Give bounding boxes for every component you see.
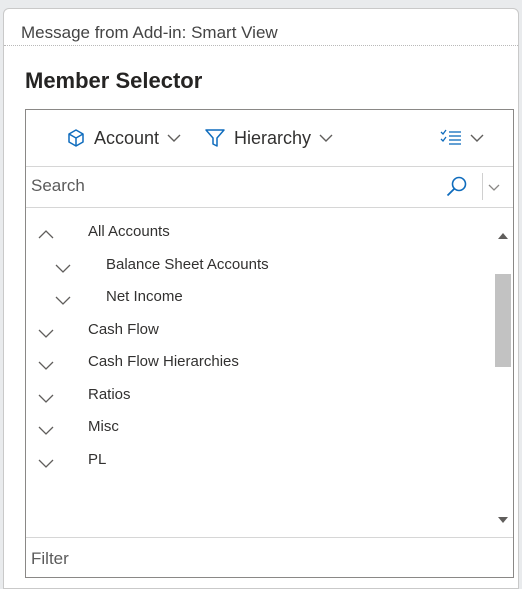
filter-bar: [26, 538, 513, 577]
tree-item-misc[interactable]: Misc: [26, 412, 492, 444]
chevron-down-icon[interactable]: [55, 292, 71, 310]
chevron-down-icon[interactable]: [38, 422, 54, 440]
dimension-dropdown[interactable]: Account: [66, 124, 181, 152]
dialog-titlebar: Message from Add-in: Smart View: [4, 9, 518, 46]
tree-item-label: PL: [88, 451, 107, 468]
chevron-down-icon: [319, 133, 333, 143]
chevron-down-icon[interactable]: [55, 260, 71, 278]
member-selector-panel: Account Hierarchy Search All Accounts Ba…: [25, 109, 514, 578]
filter-icon: [204, 127, 226, 149]
tree-scrollbar[interactable]: [493, 207, 513, 537]
search-icon[interactable]: [445, 175, 469, 204]
dimension-label: Account: [94, 127, 160, 148]
tree-item-cash-flow-hierarchies[interactable]: Cash Flow Hierarchies: [26, 347, 492, 379]
page-title: Member Selector: [25, 68, 203, 93]
options-dropdown[interactable]: [440, 124, 484, 152]
tree-item-label: Cash Flow: [88, 321, 159, 338]
tree-item-label: Balance Sheet Accounts: [106, 256, 269, 273]
hierarchy-filter-dropdown[interactable]: Hierarchy: [204, 124, 333, 152]
smart-view-dialog: Message from Add-in: Smart View Member S…: [3, 8, 519, 589]
chevron-up-icon[interactable]: [38, 227, 54, 245]
chevron-down-icon: [470, 133, 484, 143]
checklist-icon: [440, 129, 462, 147]
search-options-chevron-icon[interactable]: [488, 179, 500, 197]
dialog-title: Message from Add-in: Smart View: [21, 23, 278, 42]
chevron-down-icon[interactable]: [38, 325, 54, 343]
tree-item-all-accounts[interactable]: All Accounts: [26, 217, 492, 249]
search-input[interactable]: [31, 174, 431, 198]
tree-item-cash-flow[interactable]: Cash Flow: [26, 315, 492, 347]
tree-item-ratios[interactable]: Ratios: [26, 380, 492, 412]
chevron-down-icon[interactable]: [38, 357, 54, 375]
search-bar: [26, 166, 513, 208]
tree-item-balance-sheet-accounts[interactable]: Balance Sheet Accounts: [26, 250, 492, 282]
chevron-down-icon: [167, 133, 181, 143]
tree-item-pl[interactable]: PL: [26, 445, 492, 477]
search-divider: [482, 173, 483, 200]
tree-item-label: Misc: [88, 418, 119, 435]
tree-item-label: Net Income: [106, 288, 183, 305]
tree-item-net-income[interactable]: Net Income: [26, 282, 492, 314]
tree-item-label: All Accounts: [88, 223, 170, 240]
tree-item-label: Ratios: [88, 386, 131, 403]
chevron-down-icon[interactable]: [38, 455, 54, 473]
filter-input[interactable]: [31, 548, 491, 570]
hierarchy-label: Hierarchy: [234, 127, 312, 148]
scroll-thumb[interactable]: [495, 274, 511, 367]
member-tree: All Accounts Balance Sheet Accounts Net …: [26, 207, 513, 538]
chevron-down-icon[interactable]: [38, 390, 54, 408]
cube-icon: [66, 128, 86, 148]
scroll-up-arrow-icon[interactable]: [498, 227, 508, 245]
selector-toolbar: Account Hierarchy: [26, 110, 513, 167]
scroll-down-arrow-icon[interactable]: [498, 511, 508, 529]
tree-item-label: Cash Flow Hierarchies: [88, 353, 239, 370]
